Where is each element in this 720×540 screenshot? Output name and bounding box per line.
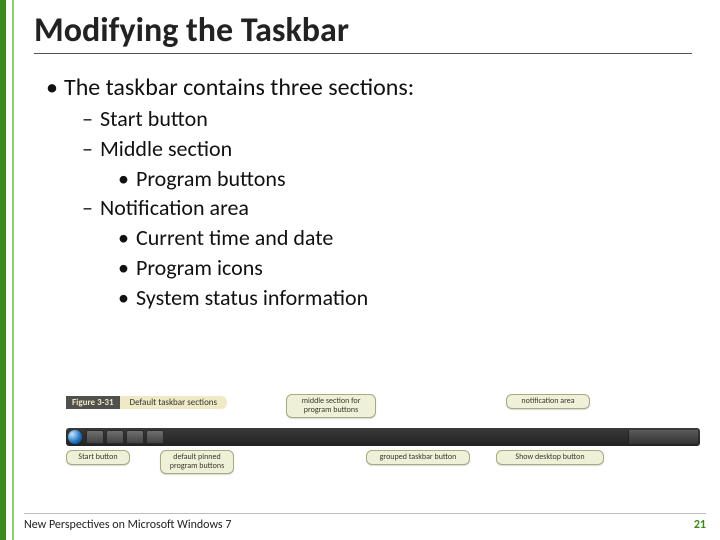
bullet-dot-icon: •	[46, 72, 64, 104]
callout-start-button: Start button	[66, 450, 130, 465]
pinned-button-icon	[106, 430, 124, 444]
callout-show-desktop: Show desktop button	[496, 450, 604, 465]
subitem-text: Current time and date	[136, 223, 333, 253]
figure-taskbar-sections: Figure 3-31 Default taskbar sections mid…	[66, 394, 700, 488]
pinned-button-icon	[126, 430, 144, 444]
bullet-dash-icon: –	[82, 134, 100, 164]
bullet-intro: • The taskbar contains three sections:	[46, 72, 690, 104]
subitem-text: Program buttons	[136, 164, 286, 194]
bullet-subitem: • System status information	[118, 283, 690, 313]
taskbar-illustration	[66, 428, 700, 446]
slide: Modifying the Taskbar • The taskbar cont…	[0, 0, 720, 540]
title-block: Modifying the Taskbar	[6, 0, 720, 58]
bullet-dot-icon: •	[118, 253, 136, 283]
body-block: • The taskbar contains three sections: –…	[6, 58, 720, 312]
figure-number: Figure 3-31	[66, 396, 120, 409]
pinned-button-icon	[86, 430, 104, 444]
bullet-item: – Notification area	[82, 193, 690, 223]
callout-middle-section: middle section for program buttons	[286, 394, 376, 418]
bullet-dot-icon: •	[118, 164, 136, 194]
slide-title: Modifying the Taskbar	[34, 10, 692, 54]
callout-notification-area: notification area	[506, 394, 590, 409]
subitem-text: Program icons	[136, 253, 263, 283]
subitem-text: System status information	[136, 283, 368, 313]
item-text: Notification area	[100, 193, 249, 223]
bullet-subitem: • Current time and date	[118, 223, 690, 253]
bullet-dash-icon: –	[82, 193, 100, 223]
item-text: Middle section	[100, 134, 232, 164]
figure-title: Default taskbar sections	[120, 396, 228, 409]
bullet-subitem: • Program icons	[118, 253, 690, 283]
bullet-dot-icon: •	[118, 283, 136, 313]
figure-caption-bar: Figure 3-31 Default taskbar sections	[66, 394, 700, 410]
footer-left-text: New Perspectives on Microsoft Windows 7	[24, 518, 231, 532]
bullet-dot-icon: •	[118, 223, 136, 253]
start-orb-icon	[68, 430, 82, 444]
callout-pinned-buttons: default pinned program buttons	[160, 450, 234, 474]
bullet-item: – Middle section	[82, 134, 690, 164]
footer: New Perspectives on Microsoft Windows 7 …	[24, 513, 706, 532]
bullet-dash-icon: –	[82, 104, 100, 134]
pinned-button-icon	[146, 430, 164, 444]
intro-text: The taskbar contains three sections:	[64, 72, 414, 104]
bullet-subitem: • Program buttons	[118, 164, 690, 194]
bullet-item: – Start button	[82, 104, 690, 134]
notification-tray-icon	[628, 430, 698, 444]
item-text: Start button	[100, 104, 208, 134]
page-number: 21	[694, 518, 706, 532]
callout-grouped-button: grouped taskbar button	[366, 450, 470, 465]
